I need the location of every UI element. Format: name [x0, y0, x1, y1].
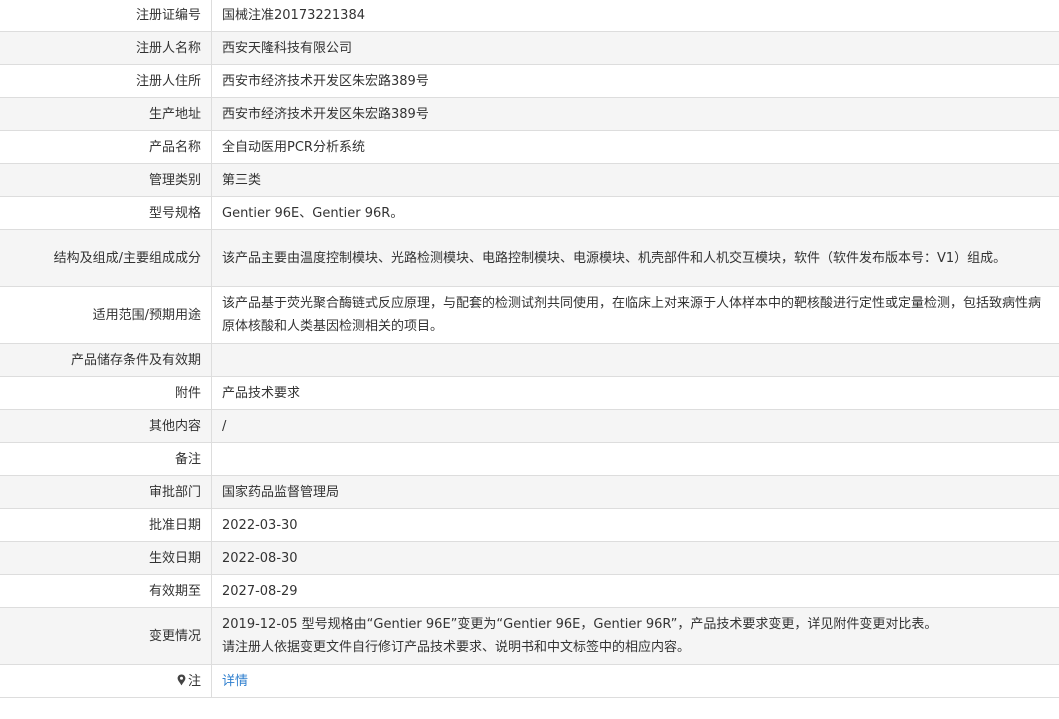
field-label: 注册证编号: [0, 0, 212, 32]
field-value: 西安天隆科技有限公司: [211, 31, 1059, 65]
field-value: 西安市经济技术开发区朱宏路389号: [211, 64, 1059, 98]
row-production-address: 生产地址 西安市经济技术开发区朱宏路389号: [0, 97, 1059, 131]
row-remarks: 备注: [0, 442, 1059, 476]
row-effective-date: 生效日期 2022-08-30: [0, 541, 1059, 575]
row-change-history: 变更情况 2019-12-05 型号规格由“Gentier 96E”变更为“Ge…: [0, 607, 1059, 665]
field-label: 备注: [0, 442, 212, 476]
note-label: 注: [187, 673, 201, 689]
field-label: 有效期至: [0, 574, 212, 608]
field-value: /: [211, 409, 1059, 443]
field-value: [211, 343, 1059, 377]
field-value: 产品技术要求: [211, 376, 1059, 410]
details-link[interactable]: 详情: [222, 674, 248, 689]
field-value: Gentier 96E、Gentier 96R。: [211, 196, 1059, 230]
field-value: 详情: [211, 664, 1059, 698]
field-label: 产品名称: [0, 130, 212, 164]
row-product-name: 产品名称 全自动医用PCR分析系统: [0, 130, 1059, 164]
field-label: 批准日期: [0, 508, 212, 542]
row-valid-until: 有效期至 2027-08-29: [0, 574, 1059, 608]
change-line-1: 2019-12-05 型号规格由“Gentier 96E”变更为“Gentier…: [222, 617, 938, 632]
field-label: 变更情况: [0, 607, 212, 665]
row-registration-number: 注册证编号 国械注准20173221384: [0, 0, 1059, 32]
field-value: 全自动医用PCR分析系统: [211, 130, 1059, 164]
field-value: 2022-03-30: [211, 508, 1059, 542]
field-label: 其他内容: [0, 409, 212, 443]
field-value: 国械注准20173221384: [211, 0, 1059, 32]
field-value: 2019-12-05 型号规格由“Gentier 96E”变更为“Gentier…: [211, 607, 1059, 665]
field-label: 附件: [0, 376, 212, 410]
row-note: 注 详情: [0, 664, 1059, 698]
field-label: 注册人住所: [0, 64, 212, 98]
field-value: 该产品主要由温度控制模块、光路检测模块、电路控制模块、电源模块、机壳部件和人机交…: [211, 229, 1059, 287]
row-storage-validity: 产品储存条件及有效期: [0, 343, 1059, 377]
row-registrant-name: 注册人名称 西安天隆科技有限公司: [0, 31, 1059, 65]
row-intended-use: 适用范围/预期用途 该产品基于荧光聚合酶链式反应原理，与配套的检测试剂共同使用，…: [0, 286, 1059, 344]
field-label: 管理类别: [0, 163, 212, 197]
row-approval-department: 审批部门 国家药品监督管理局: [0, 475, 1059, 509]
row-other-content: 其他内容 /: [0, 409, 1059, 443]
field-label: 适用范围/预期用途: [0, 286, 212, 344]
field-label: 生效日期: [0, 541, 212, 575]
field-value: 2027-08-29: [211, 574, 1059, 608]
row-model-spec: 型号规格 Gentier 96E、Gentier 96R。: [0, 196, 1059, 230]
registration-detail-table: 注册证编号 国械注准20173221384 注册人名称 西安天隆科技有限公司 注…: [0, 0, 1059, 698]
field-value: 2022-08-30: [211, 541, 1059, 575]
change-line-2: 请注册人依据变更文件自行修订产品技术要求、说明书和中文标签中的相应内容。: [222, 640, 691, 655]
row-registrant-address: 注册人住所 西安市经济技术开发区朱宏路389号: [0, 64, 1059, 98]
field-label: 结构及组成/主要组成成分: [0, 229, 212, 287]
row-attachment: 附件 产品技术要求: [0, 376, 1059, 410]
field-value: [211, 442, 1059, 476]
field-value: 第三类: [211, 163, 1059, 197]
field-value: 西安市经济技术开发区朱宏路389号: [211, 97, 1059, 131]
field-label: 审批部门: [0, 475, 212, 509]
row-management-category: 管理类别 第三类: [0, 163, 1059, 197]
field-label: 生产地址: [0, 97, 212, 131]
field-label: 型号规格: [0, 196, 212, 230]
field-label: 产品储存条件及有效期: [0, 343, 212, 377]
row-structure-composition: 结构及组成/主要组成成分 该产品主要由温度控制模块、光路检测模块、电路控制模块、…: [0, 229, 1059, 287]
map-pin-icon: [177, 671, 186, 685]
field-label: 注册人名称: [0, 31, 212, 65]
field-label: 注: [0, 664, 212, 698]
row-approval-date: 批准日期 2022-03-30: [0, 508, 1059, 542]
field-value: 该产品基于荧光聚合酶链式反应原理，与配套的检测试剂共同使用，在临床上对来源于人体…: [211, 286, 1059, 344]
field-value: 国家药品监督管理局: [211, 475, 1059, 509]
